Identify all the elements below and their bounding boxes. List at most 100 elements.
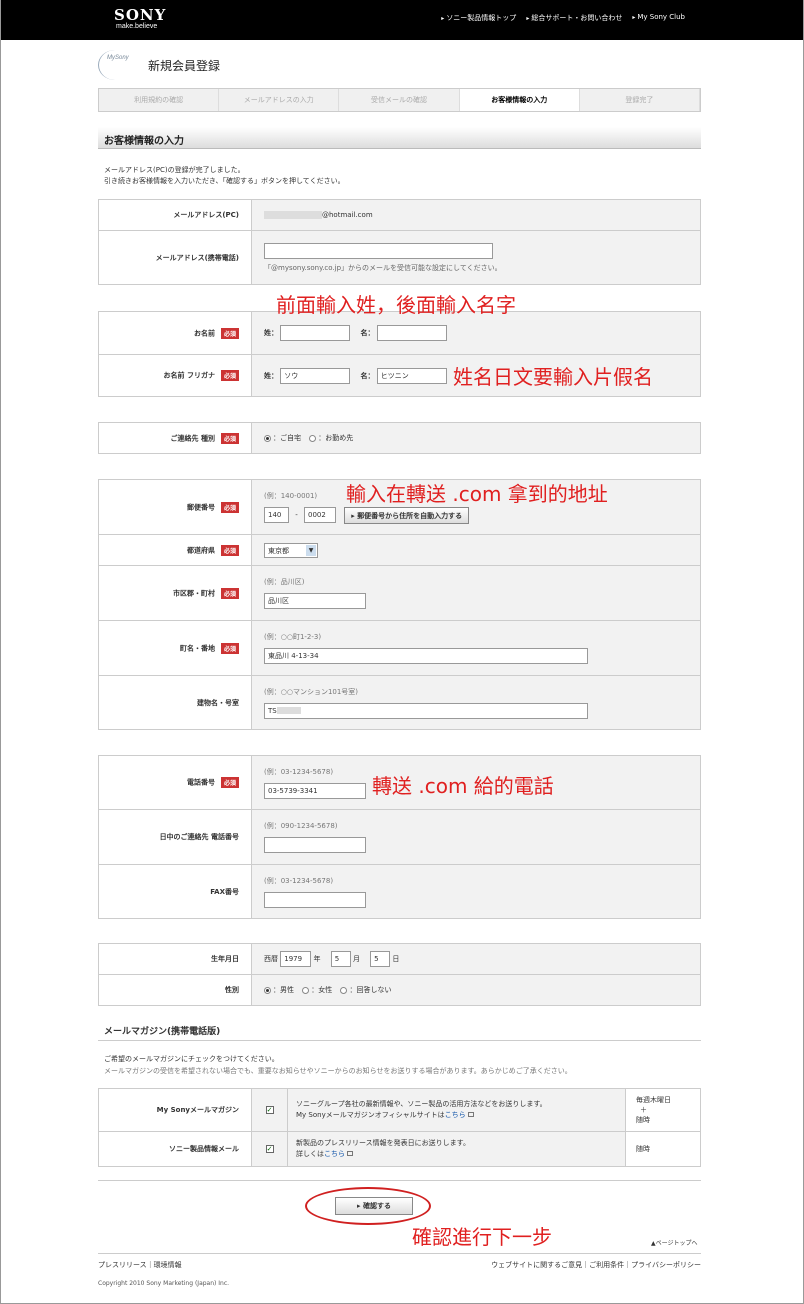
building-input[interactable]: TS <box>264 702 588 719</box>
gender-cell: ：男性 ：女性 ：回答しない <box>251 974 701 1006</box>
contact-home-radio[interactable] <box>264 434 271 442</box>
email-mobile-cell: 「@mysony.sony.co.jp」からのメールを受信可能な設定にしてくださ… <box>251 230 701 285</box>
nav-product-top[interactable]: ソニー製品情報トップ <box>441 13 516 23</box>
page-top-link[interactable]: ▲ページトップへ <box>651 1238 698 1247</box>
annotation-circle <box>305 1187 431 1225</box>
tel-input[interactable]: 03-5739-3341 <box>264 782 366 799</box>
intro-line-1: メールアドレス(PC)の登録が完了しました。 <box>104 166 245 174</box>
kana-mei-input[interactable]: ヒツニン <box>376 367 447 384</box>
gender-female-label: ：女性 <box>311 986 333 994</box>
nav-mysony-club[interactable]: My Sony Club <box>632 13 685 23</box>
mag-product-desc-2-row: 詳しくはこちら <box>296 1149 617 1160</box>
mag-mysony-desc-2: My Sonyメールマガジンオフィシャルサイトは <box>296 1111 445 1119</box>
day-tel-input[interactable] <box>264 837 366 853</box>
mag-mysony-desc-2-row: My Sonyメールマガジンオフィシャルサイトはこちら <box>296 1110 617 1121</box>
tel-label-cell: 電話番号 必須 <box>98 755 252 810</box>
zip-autofill-button[interactable]: ▸ 郵便番号から住所を自動入力する <box>344 506 470 524</box>
pref-select[interactable]: 東京都 ▼ <box>264 542 318 558</box>
mei-label: 名： <box>360 329 375 337</box>
profile-table: 生年月日 西暦 1979 年 5 月 5 日 性別 ：男性 ：女性 ：回答しない <box>98 943 701 1006</box>
sei-input[interactable] <box>280 325 351 341</box>
nav-support[interactable]: 総合サポート・お問い合わせ <box>526 13 622 23</box>
divider <box>98 1180 701 1181</box>
fax-cell: (例：03-1234-5678) <box>251 864 701 919</box>
mag-product-desc: 新製品のプレスリリース情報を発表日にお送りします。 詳しくはこちら <box>287 1131 626 1167</box>
city-input[interactable]: 品川区 <box>264 593 366 609</box>
fax-input[interactable] <box>264 891 366 908</box>
zip2-input[interactable]: 0002 <box>304 507 336 523</box>
top-nav: ソニー製品情報トップ 総合サポート・お問い合わせ My Sony Club <box>441 13 685 23</box>
magazine-title: メールマガジン(携帯電話版) <box>104 1027 221 1037</box>
birth-label: 生年月日 <box>98 943 252 975</box>
street-hint: (例：○○町1-2-3) <box>264 633 322 641</box>
step-email-check: 受信メールの確認 <box>339 89 460 111</box>
city-cell: (例：品川区) 品川区 <box>251 565 701 621</box>
gender-male-radio[interactable] <box>264 986 271 994</box>
fax-hint: (例：03-1234-5678) <box>264 876 334 885</box>
step-customer-info: お客様情報の入力 <box>459 89 580 111</box>
mag-mysony-freq-3: 随時 <box>636 1116 650 1124</box>
gender-none-radio[interactable] <box>340 986 348 994</box>
required-badge: 必須 <box>220 642 239 654</box>
birth-month-input[interactable]: 5 <box>330 951 351 967</box>
contact-label-cell: ご連絡先 種別 必須 <box>98 422 252 454</box>
required-badge: 必須 <box>220 587 239 599</box>
footer-left-links[interactable]: プレスリリース｜環境情報 <box>98 1260 182 1270</box>
tel-label: 電話番号 <box>186 778 215 787</box>
contact-work-radio[interactable] <box>309 434 317 442</box>
footer-right-links[interactable]: ウェブサイトに関するご意見｜ご利用条件｜プライバシーポリシー <box>491 1260 701 1270</box>
pref-label: 都道府県 <box>186 546 215 554</box>
external-window-icon <box>467 1112 474 1117</box>
street-label: 町名・番地 <box>179 644 215 652</box>
sei-label: 姓： <box>264 329 278 337</box>
building-label: 建物名・号室 <box>98 675 252 730</box>
mag-mysony-checkbox[interactable]: ✓ <box>265 1106 274 1114</box>
fax-label: FAX番号 <box>98 864 252 919</box>
chevron-down-icon: ▼ <box>306 544 316 556</box>
birth-year-input[interactable]: 1979 <box>280 951 312 967</box>
magazine-intro: ご希望のメールマガジンにチェックをつけてください。 メールマガジンの受信を希望さ… <box>104 1053 572 1077</box>
step-complete: 登録完了 <box>580 89 701 111</box>
required-badge: 必須 <box>220 544 239 556</box>
birth-cell: 西暦 1979 年 5 月 5 日 <box>251 943 701 975</box>
mag-mysony-freq: 毎週木曜日 ＋ 随時 <box>625 1088 701 1132</box>
magazine-intro-1: ご希望のメールマガジンにチェックをつけてください。 <box>104 1055 279 1063</box>
city-hint: (例：品川区) <box>264 578 305 586</box>
mag-product-desc-1: 新製品のプレスリリース情報を発表日にお送りします。 <box>296 1139 470 1147</box>
section-title: お客様情報の入力 <box>98 127 701 149</box>
mysony-logo-text: MySony <box>107 55 129 61</box>
magazine-intro-2: メールマガジンの受信を希望されない場合でも、重要なお知らせやソニーからのお知らせ… <box>104 1067 572 1075</box>
contact-cell: ：ご自宅 ：お勤め先 <box>251 422 701 454</box>
email-mobile-input[interactable] <box>264 242 493 259</box>
email-mobile-label: メールアドレス(携帯電話) <box>98 230 252 285</box>
street-label-cell: 町名・番地 必須 <box>98 620 252 676</box>
mag-product-checkbox[interactable]: ✓ <box>265 1145 274 1153</box>
pref-value: 東京都 <box>268 546 289 555</box>
birth-day-unit: 日 <box>392 955 400 963</box>
street-cell: (例：○○町1-2-3) 東品川 4-13-34 <box>251 620 701 676</box>
mag-product-check-cell: ✓ <box>251 1131 288 1167</box>
mag-product-link[interactable]: こちら <box>324 1150 345 1158</box>
building-cell: (例：○○マンション101号室) TS <box>251 675 701 730</box>
zip1-input[interactable]: 140 <box>264 507 289 523</box>
kana-sei-input[interactable]: ソウ <box>280 367 351 384</box>
mei-input[interactable] <box>376 325 447 341</box>
annotation-kana: 姓名日文要輸入片假名 <box>453 365 653 389</box>
step-terms: 利用規約の確認 <box>99 89 220 111</box>
divider <box>98 1040 701 1041</box>
mag-product-label: ソニー製品情報メール <box>98 1131 252 1167</box>
blurred-email-user <box>264 211 322 219</box>
gender-female-radio[interactable] <box>302 986 310 994</box>
email-pc-label: メールアドレス(PC) <box>98 199 252 231</box>
sony-logo[interactable]: SONY <box>114 6 166 24</box>
divider <box>98 1253 701 1254</box>
zip-separator: - <box>295 511 298 519</box>
annotation-address: 輸入在轉送 .com 拿到的地址 <box>346 482 608 506</box>
day-tel-label: 日中のご連絡先 電話番号 <box>98 809 252 865</box>
mag-mysony-link[interactable]: こちら <box>445 1111 466 1119</box>
global-header: SONY make.believe ソニー製品情報トップ 総合サポート・お問い合… <box>1 0 803 40</box>
name-label-cell: お名前 必須 <box>98 311 252 355</box>
birth-day-input[interactable]: 5 <box>370 951 391 967</box>
street-input[interactable]: 東品川 4-13-34 <box>264 648 588 664</box>
contact-label: ご連絡先 種別 <box>170 434 215 442</box>
